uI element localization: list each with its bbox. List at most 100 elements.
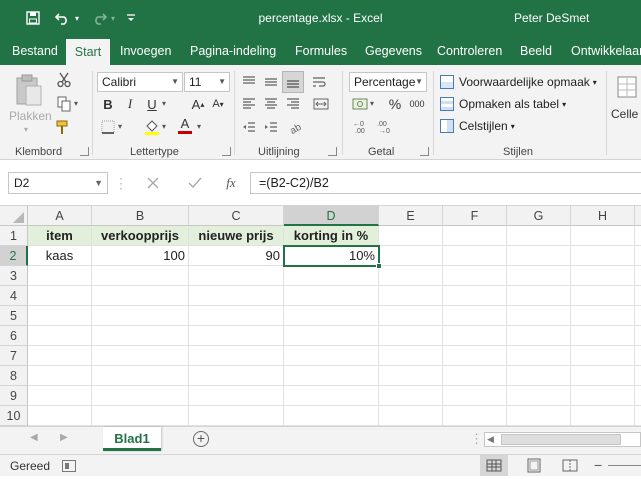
decrease-decimal-icon[interactable]: .00 →0 [376,118,396,136]
fill-color-icon[interactable] [144,118,160,136]
orientation-icon[interactable]: ab [286,118,304,136]
row-header-8[interactable]: 8 [0,366,28,386]
cell-c2[interactable]: 90 [189,246,284,266]
font-color-dropdown-icon[interactable]: ▾ [197,122,201,131]
align-top-icon[interactable] [240,73,258,91]
comma-style-button[interactable]: 000 [406,95,428,113]
align-right-icon[interactable] [284,95,302,113]
name-box[interactable]: D2 ▼ [8,172,108,194]
tab-controleren[interactable]: Controleren [437,38,502,65]
paste-icon[interactable] [8,71,50,109]
copy-icon[interactable] [56,95,72,113]
format-painter-icon[interactable] [56,118,72,136]
cell-b1[interactable]: verkoopprijs [92,226,189,246]
scroll-split-grip-icon[interactable]: ⋮ [470,431,483,447]
accounting-format-icon[interactable] [350,95,370,113]
accounting-dropdown-icon[interactable]: ▾ [370,99,374,108]
insert-function-button[interactable]: fx [220,172,242,194]
alignment-launcher-icon[interactable] [328,147,337,156]
format-as-table-button[interactable]: Opmaken als tabel ▾ [440,94,566,114]
cell-d2-selected[interactable]: 10% [283,245,380,267]
bold-button[interactable]: B [100,95,116,113]
row-header-7[interactable]: 7 [0,346,28,366]
wrap-text-icon[interactable] [310,73,328,91]
align-left-icon[interactable] [240,95,258,113]
scrollbar-thumb[interactable] [501,434,621,445]
font-size-dropdown[interactable]: 11 ▼ [184,72,230,92]
column-header-i[interactable] [635,206,641,226]
scroll-left-icon[interactable]: ◀ [487,434,494,445]
row-header-6[interactable]: 6 [0,326,28,346]
zoom-slider[interactable] [608,465,641,466]
cell-b2[interactable]: 100 [92,246,189,266]
tab-beeld[interactable]: Beeld [520,38,552,65]
cell-styles-button[interactable]: Celstijlen ▾ [440,116,515,136]
cell-d1[interactable]: korting in % [284,226,379,246]
zoom-out-button[interactable]: − [594,457,602,473]
align-center-icon[interactable] [262,95,280,113]
column-header-c[interactable]: C [189,206,284,226]
page-break-preview-button[interactable] [556,455,584,476]
conditional-formatting-button[interactable]: Voorwaardelijke opmaak ▾ [440,72,597,92]
cell-a1[interactable]: item [28,226,92,246]
row-header-10[interactable]: 10 [0,406,28,426]
underline-button[interactable]: U [144,95,160,113]
select-all-corner[interactable] [0,206,28,226]
number-format-dropdown[interactable]: Percentage ▼ [349,72,427,92]
tab-formules[interactable]: Formules [295,38,347,65]
paste-label[interactable]: Plakken [9,109,52,123]
column-header-b[interactable]: B [92,206,189,226]
align-bottom-icon[interactable] [282,71,304,93]
font-launcher-icon[interactable] [222,147,231,156]
worksheet-grid[interactable]: A B C D E F G H 1 2 3 4 5 6 7 8 9 10 ite… [0,206,641,426]
borders-dropdown-icon[interactable]: ▾ [118,122,122,131]
number-launcher-icon[interactable] [420,147,429,156]
tab-ontwikkelaar[interactable]: Ontwikkelaar [571,38,641,65]
row-header-5[interactable]: 5 [0,306,28,326]
row-header-4[interactable]: 4 [0,286,28,306]
cut-icon[interactable] [56,71,72,89]
row-header-9[interactable]: 9 [0,386,28,406]
cell-c1[interactable]: nieuwe prijs [189,226,284,246]
row-header-3[interactable]: 3 [0,266,28,286]
cells-insert-icon[interactable] [614,73,640,101]
fill-color-dropdown-icon[interactable]: ▾ [162,122,166,131]
borders-icon[interactable] [100,118,116,136]
column-header-a[interactable]: A [28,206,92,226]
page-layout-view-button[interactable] [520,455,548,476]
font-name-dropdown[interactable]: Calibri ▼ [97,72,183,92]
user-name[interactable]: Peter DeSmet [514,11,589,25]
column-header-e[interactable]: E [379,206,443,226]
percent-style-button[interactable]: % [386,95,404,113]
tab-pagina-indeling[interactable]: Pagina-indeling [190,38,276,65]
tab-start[interactable]: Start [66,39,110,65]
underline-dropdown-icon[interactable]: ▾ [162,99,166,108]
cell-a2[interactable]: kaas [28,246,92,266]
row-header-1[interactable]: 1 [0,226,28,246]
tab-gegevens[interactable]: Gegevens [365,38,422,65]
normal-view-button[interactable] [480,455,508,476]
enter-icon[interactable] [184,172,206,194]
add-sheet-icon[interactable]: + [193,431,209,447]
column-header-d[interactable]: D [284,206,379,226]
increase-indent-icon[interactable] [262,118,280,136]
column-header-g[interactable]: G [507,206,571,226]
tab-invoegen[interactable]: Invoegen [120,38,171,65]
merge-center-icon[interactable] [310,95,332,113]
next-sheet-icon[interactable]: ▶ [60,432,68,443]
cells-label[interactable]: Celle [611,107,638,121]
clipboard-launcher-icon[interactable] [80,147,89,156]
row-header-2[interactable]: 2 [0,246,28,266]
tab-bestand[interactable]: Bestand [12,38,58,65]
column-header-f[interactable]: F [443,206,507,226]
decrease-font-size-icon[interactable]: A ▾ [210,95,226,113]
column-header-h[interactable]: H [571,206,635,226]
macro-record-icon[interactable] [62,460,76,472]
cancel-icon[interactable] [142,172,164,194]
increase-decimal-icon[interactable]: ←0.00 [352,118,372,136]
horizontal-scrollbar[interactable]: ◀ [484,432,641,447]
font-color-icon[interactable]: A [177,116,193,134]
formula-input[interactable]: =(B2-C2)/B2 [250,172,641,194]
italic-button[interactable]: I [122,95,138,113]
align-middle-icon[interactable] [262,73,280,91]
